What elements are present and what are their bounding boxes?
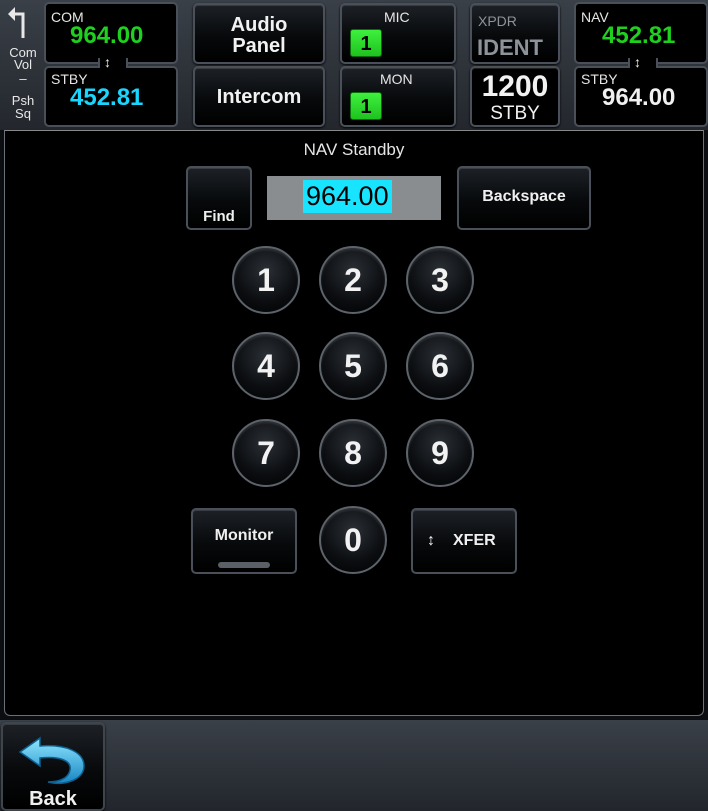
backspace-button[interactable]: Backspace [457, 166, 591, 230]
keypad-1-button[interactable]: 1 [232, 246, 300, 314]
ident-label: IDENT [477, 35, 543, 60]
nav-standby-frequency-button[interactable]: STBY 964.00 [574, 66, 708, 127]
keypad-4-button[interactable]: 4 [232, 332, 300, 400]
keypad-7-button[interactable]: 7 [232, 419, 300, 487]
bottom-bar [0, 720, 708, 811]
find-button[interactable]: Find [186, 166, 252, 230]
xpdr-label: XPDR [478, 13, 517, 29]
back-label: Back [29, 788, 77, 810]
audio-panel-button[interactable]: Audio Panel [193, 3, 325, 64]
com-swap-icon[interactable]: ↕ [104, 54, 111, 70]
mon-indicator: 1 [350, 92, 382, 120]
com-vol-line-5: Sq [15, 106, 31, 121]
intercom-label: Intercom [216, 86, 302, 108]
back-button[interactable]: Back [1, 722, 105, 811]
keypad-8-button[interactable]: 8 [319, 419, 387, 487]
turn-arrow-icon [8, 7, 25, 38]
monitor-label: Monitor [214, 527, 274, 544]
xpdr-ident-button[interactable]: XPDR IDENT [470, 3, 560, 64]
xfer-button[interactable]: ↕ XFER [411, 508, 517, 574]
keypad-6-button[interactable]: 6 [406, 332, 474, 400]
com-standby-frequency-button[interactable]: STBY 452.81 [44, 66, 178, 127]
xpdr-code-button[interactable]: 1200 STBY [470, 66, 560, 127]
mic-label: MIC [384, 9, 410, 25]
frequency-entry-value: 964.00 [303, 180, 392, 213]
keypad-2-button[interactable]: 2 [319, 246, 387, 314]
find-label: Find [203, 208, 235, 225]
mon-label: MON [380, 71, 413, 87]
com-active-frequency-button[interactable]: COM 964.00 [44, 2, 178, 64]
top-radio-bar: Com Vol – Psh Sq COM 964.00 STBY 452.81 … [0, 0, 708, 130]
swap-arrow-icon: ↕ [427, 532, 435, 549]
com-standby-frequency: 452.81 [70, 84, 144, 111]
keypad-3-button[interactable]: 3 [406, 246, 474, 314]
intercom-button[interactable]: Intercom [193, 66, 325, 127]
backspace-label: Backspace [482, 188, 566, 205]
keypad-5-button[interactable]: 5 [319, 332, 387, 400]
mic-button[interactable]: MIC 1 [340, 3, 456, 64]
keypad-9-button[interactable]: 9 [406, 419, 474, 487]
mon-button[interactable]: MON 1 [340, 66, 456, 127]
nav-active-frequency-button[interactable]: NAV 452.81 [574, 2, 708, 64]
audio-panel-label-1: Audio [230, 14, 288, 36]
com-vol-line-3: – [19, 71, 27, 86]
xpdr-code: 1200 [481, 70, 549, 103]
monitor-status-bar [218, 562, 270, 568]
mic-indicator: 1 [350, 29, 382, 57]
monitor-button[interactable]: Monitor [191, 508, 297, 574]
nav-standby-frequency: 964.00 [602, 84, 676, 111]
audio-panel-label-2: Panel [232, 35, 286, 57]
com-vol-line-2: Vol [13, 57, 33, 72]
page-title: NAV Standby [303, 140, 405, 159]
nav-swap-icon[interactable]: ↕ [634, 54, 641, 70]
com-swap-notch [98, 58, 128, 68]
nav-swap-notch [628, 58, 658, 68]
com-active-frequency: 964.00 [70, 22, 144, 49]
nav-active-frequency: 452.81 [602, 22, 676, 49]
frequency-entry-field[interactable]: 964.00 [267, 176, 441, 220]
back-arrow-icon [18, 736, 85, 784]
com-volume-knob[interactable]: Com Vol – Psh Sq [0, 0, 44, 130]
xfer-label: XFER [453, 532, 496, 549]
xpdr-mode: STBY [490, 103, 540, 124]
keypad-0-button[interactable]: 0 [319, 506, 387, 574]
